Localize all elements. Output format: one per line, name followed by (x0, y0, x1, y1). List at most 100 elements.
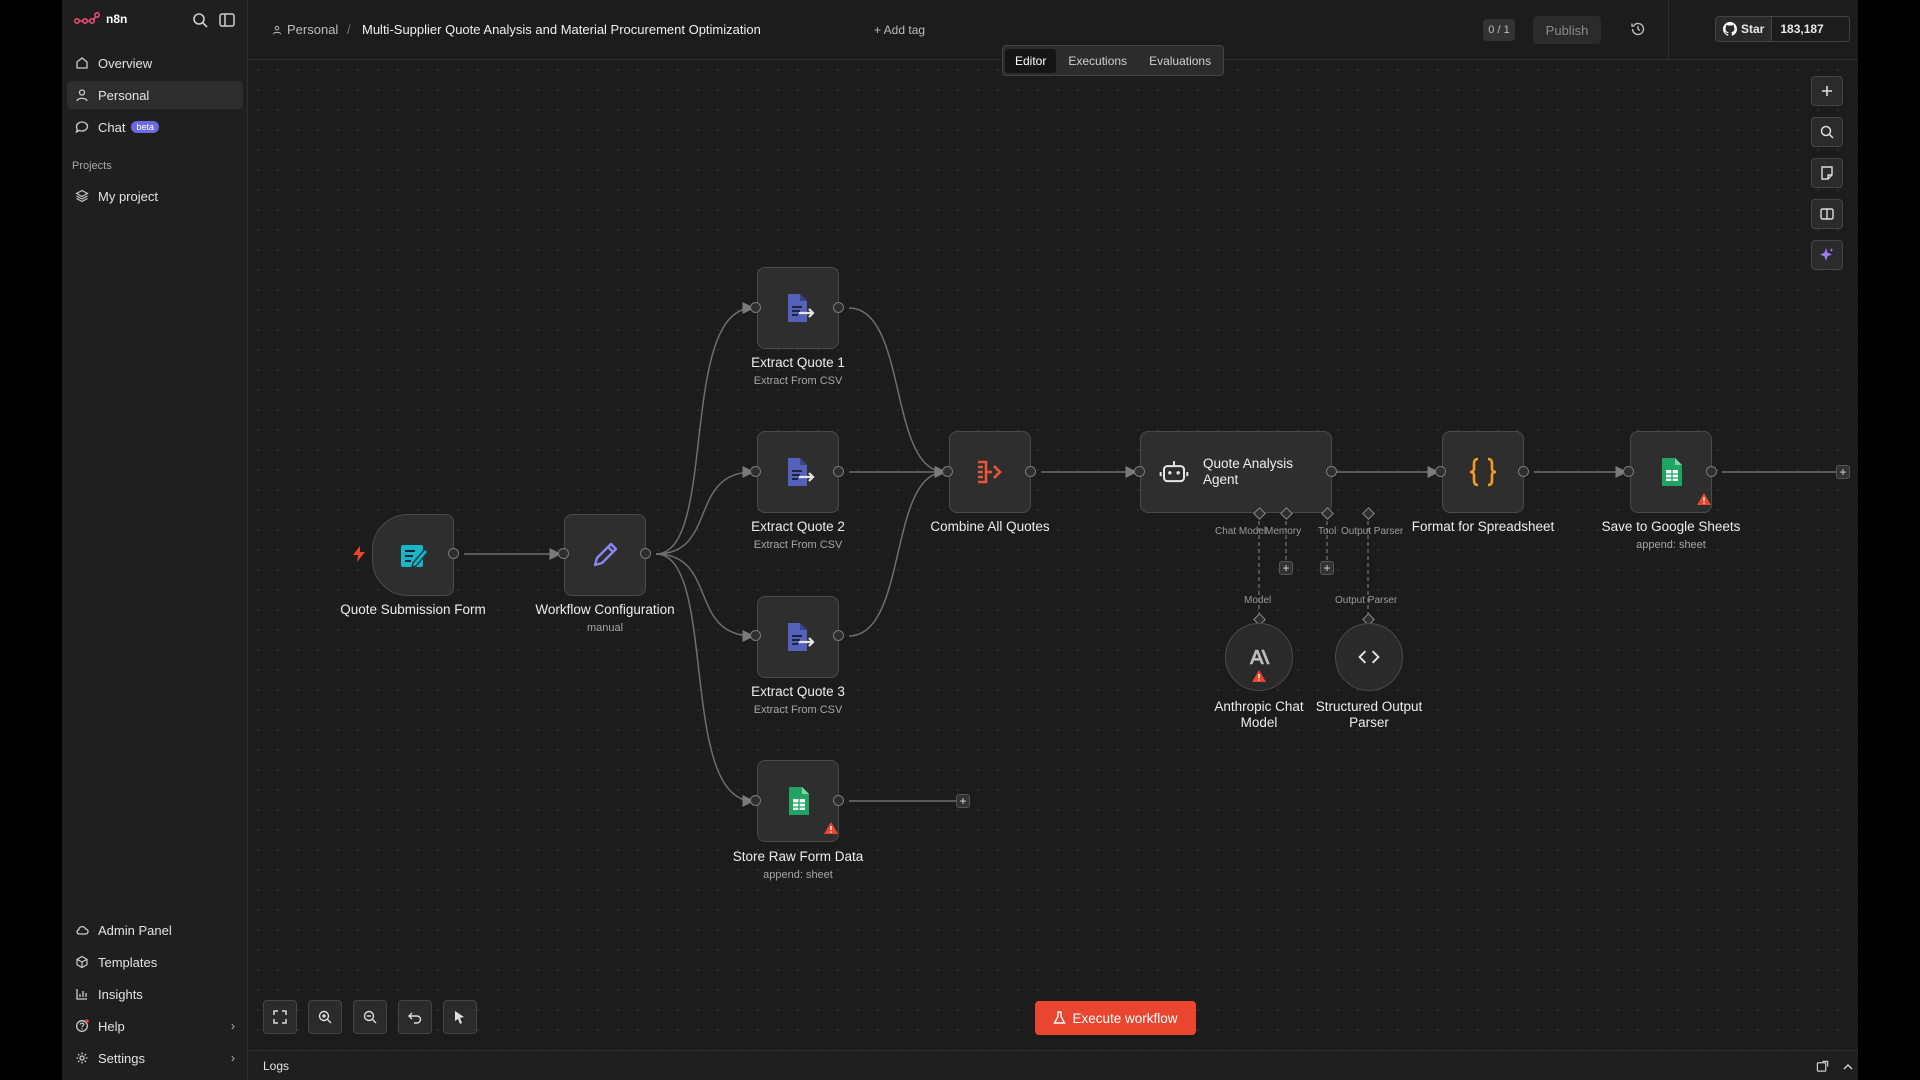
sidebar-item-personal[interactable]: Personal (67, 81, 243, 109)
node-label: Extract Quote 2 (751, 519, 845, 534)
header-divider (1668, 0, 1669, 60)
workflow-title[interactable]: Multi-Supplier Quote Analysis and Materi… (362, 22, 761, 37)
output-port[interactable] (833, 630, 844, 641)
output-port[interactable] (640, 548, 651, 559)
add-tag-button[interactable]: + Add tag (874, 23, 925, 37)
tab-evaluations[interactable]: Evaluations (1139, 49, 1221, 73)
sidebar-item-my-project[interactable]: My project (67, 182, 243, 210)
sidebar-item-templates[interactable]: Templates (67, 948, 243, 976)
search-icon[interactable] (191, 11, 209, 29)
sidebar-item-overview[interactable]: Overview (67, 49, 243, 77)
node-label: Save to Google Sheets (1601, 519, 1741, 534)
edge-config-extract1 (655, 302, 755, 555)
node-label: Format for Spreadsheet (1411, 519, 1555, 534)
sticky-note-tool[interactable] (1811, 158, 1843, 188)
star-count: 183,187 (1780, 22, 1824, 36)
search-icon (1820, 125, 1834, 139)
input-port[interactable] (750, 795, 761, 806)
node-quote-submission-form[interactable] (372, 514, 454, 596)
star-label: Star (1741, 22, 1765, 36)
node-workflow-configuration[interactable] (564, 514, 646, 596)
warning-icon (824, 822, 838, 834)
user-icon (272, 25, 282, 34)
cloud-icon (76, 925, 89, 935)
input-port[interactable] (750, 302, 761, 313)
input-port[interactable] (558, 548, 569, 559)
chevron-up-icon[interactable] (1842, 1061, 1854, 1073)
sidebar-item-label: Chat (98, 119, 126, 135)
publish-button[interactable]: Publish (1533, 16, 1601, 44)
output-port[interactable] (833, 466, 844, 477)
input-port[interactable] (750, 466, 761, 477)
logs-bar[interactable]: Logs (248, 1050, 1858, 1080)
node-label: Combine All Quotes (930, 519, 1050, 534)
output-port[interactable] (1326, 466, 1337, 477)
zoom-out-button[interactable] (353, 1000, 387, 1034)
output-port[interactable] (1025, 466, 1036, 477)
add-memory-button[interactable]: + (1279, 561, 1293, 575)
input-port[interactable] (1134, 466, 1145, 477)
node-label: Quote Submission Form (340, 602, 486, 617)
node-label: Extract Quote 1 (751, 355, 845, 370)
node-quote-analysis-agent[interactable]: Quote Analysis Agent (1140, 431, 1332, 513)
warning-icon (1252, 670, 1266, 682)
robot-icon (1159, 461, 1189, 483)
input-port[interactable] (750, 630, 761, 641)
memory-port-label: Memory (1265, 526, 1302, 537)
ai-assistant-tool[interactable] (1811, 240, 1843, 270)
lightning-icon (353, 546, 365, 562)
google-sheets-icon (1662, 458, 1682, 486)
pop-out-icon[interactable] (1816, 1060, 1829, 1073)
output-port[interactable] (1518, 466, 1529, 477)
workflow-canvas[interactable]: Quote Submission Form Workflow Configura… (248, 60, 1858, 1050)
execute-workflow-button[interactable]: Execute workflow (1035, 1001, 1196, 1035)
node-extract-quote-3[interactable] (757, 596, 839, 678)
sidebar-item-label: Settings (98, 1050, 145, 1066)
sidebar-item-chat[interactable]: Chat beta (67, 113, 243, 141)
fit-view-button[interactable] (263, 1000, 297, 1034)
sidebar-item-settings[interactable]: Settings › (67, 1044, 243, 1072)
node-subtitle: Extract From CSV (753, 375, 843, 387)
node-combine-all-quotes[interactable] (949, 431, 1031, 513)
sidebar-item-help[interactable]: Help › (67, 1012, 243, 1040)
node-extract-quote-1[interactable] (757, 267, 839, 349)
sidebar-item-label: Personal (98, 87, 150, 103)
output-port[interactable] (448, 548, 459, 559)
google-sheets-icon (789, 787, 809, 815)
add-tool-button[interactable]: + (1320, 561, 1334, 575)
input-port[interactable] (1623, 466, 1634, 477)
sidebar-item-admin-panel[interactable]: Admin Panel (67, 916, 243, 944)
output-port[interactable] (833, 795, 844, 806)
toggle-panel-tool[interactable] (1811, 199, 1843, 229)
tab-editor[interactable]: Editor (1005, 48, 1057, 73)
output-port[interactable] (833, 302, 844, 313)
zoom-out-icon (363, 1010, 377, 1024)
undo-button[interactable] (398, 1000, 432, 1034)
projects-section-label: Projects (72, 160, 112, 172)
input-port[interactable] (1435, 466, 1446, 477)
output-port[interactable] (1706, 466, 1717, 477)
node-extract-quote-2[interactable] (757, 431, 839, 513)
node-structured-output-parser[interactable] (1335, 623, 1403, 691)
add-node-tool[interactable] (1811, 76, 1843, 106)
tab-executions[interactable]: Executions (1058, 49, 1137, 73)
document-extract-icon (788, 458, 815, 486)
history-icon[interactable] (1630, 21, 1646, 37)
edge-config-store (655, 553, 755, 807)
n8n-logo[interactable]: n8n (74, 12, 127, 26)
breadcrumb-project[interactable]: Personal (272, 22, 338, 37)
input-port[interactable] (942, 466, 953, 477)
add-node-button[interactable]: + (956, 794, 970, 808)
zoom-in-button[interactable] (308, 1000, 342, 1034)
add-node-button[interactable]: + (1836, 465, 1850, 479)
search-nodes-tool[interactable] (1811, 117, 1843, 147)
github-star-button[interactable]: Star 183,187 (1715, 16, 1850, 42)
anthropic-icon (1249, 649, 1270, 665)
document-extract-icon (788, 294, 815, 322)
node-format-for-spreadsheet[interactable] (1442, 431, 1524, 513)
cursor-icon (455, 1011, 464, 1024)
collapse-sidebar-icon[interactable] (218, 11, 236, 29)
chart-icon (76, 989, 87, 1000)
selection-mode-button[interactable] (443, 1000, 477, 1034)
sidebar-item-insights[interactable]: Insights (67, 980, 243, 1008)
